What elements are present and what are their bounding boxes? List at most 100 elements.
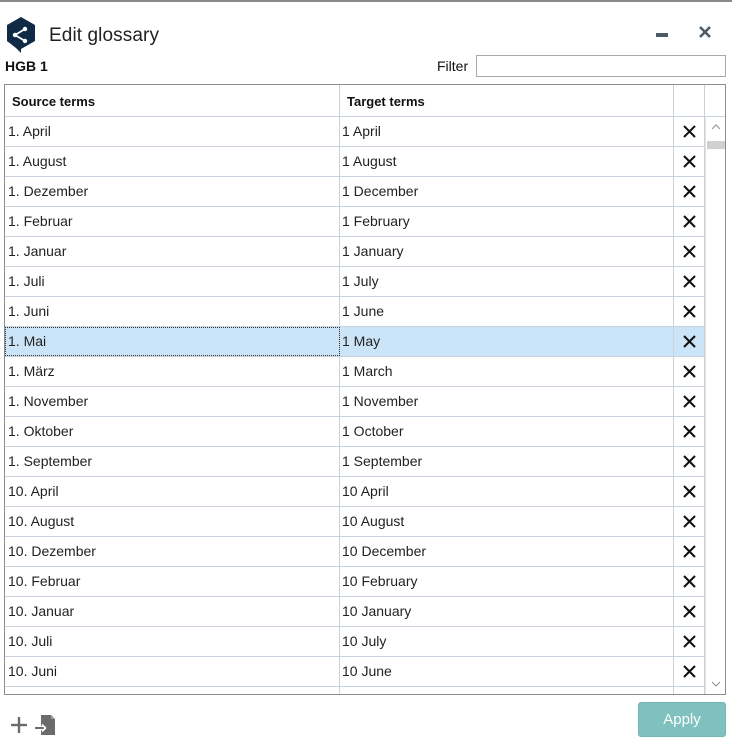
source-term-cell[interactable]: 1. April [5,117,340,146]
source-term-cell[interactable]: 1. Dezember [5,177,340,206]
table-row[interactable]: 1. Oktober 1 October [5,417,705,447]
target-term-cell[interactable]: 1 January [340,237,674,266]
table-row[interactable]: 10. August 10 August [5,507,705,537]
source-term-cell[interactable]: 1. März [5,357,340,386]
table-row[interactable]: 1. August 1 August [5,147,705,177]
table-row[interactable]: 1. März 1 March [5,357,705,387]
delete-row-button[interactable] [674,417,705,446]
delete-row-button[interactable] [674,267,705,296]
target-term-cell[interactable]: 10 December [340,537,674,566]
delete-row-button[interactable] [674,507,705,536]
delete-row-button[interactable] [674,477,705,506]
source-term-cell[interactable]: 10. April [5,477,340,506]
delete-icon [682,575,696,588]
table-row[interactable]: 10. Juni 10 June [5,657,705,687]
vertical-scrollbar[interactable] [705,117,725,694]
target-term-cell[interactable]: 10 June [340,657,674,686]
import-button[interactable] [34,712,56,738]
column-header-source[interactable]: Source terms [5,85,340,116]
source-term-cell[interactable]: 10. Juli [5,627,340,656]
delete-row-button[interactable] [674,177,705,206]
delete-row-button[interactable] [674,597,705,626]
target-term-cell[interactable]: 1 November [340,387,674,416]
close-button[interactable] [693,20,717,44]
source-term-cell[interactable]: 1. September [5,447,340,476]
table-row[interactable]: 1. Januar 1 January [5,237,705,267]
add-entry-button[interactable] [8,712,30,738]
table-row[interactable]: 10. April 10 April [5,477,705,507]
source-term-cell[interactable]: 1. Februar [5,207,340,236]
delete-icon [682,665,696,678]
table-row[interactable]: 10. Februar 10 February [5,567,705,597]
table-row[interactable]: 1. Dezember 1 December [5,177,705,207]
delete-row-button[interactable] [674,627,705,656]
target-term-cell[interactable]: 10 February [340,567,674,596]
target-term-cell[interactable]: 1 May [340,327,674,356]
target-term-cell[interactable]: 1 October [340,417,674,446]
delete-row-button[interactable] [674,537,705,566]
minimize-button[interactable] [650,20,674,44]
source-term-cell[interactable]: 10. Juni [5,657,340,686]
source-term-cell[interactable]: 1. Oktober [5,417,340,446]
target-term-cell[interactable]: 1 April [340,117,674,146]
glossary-table: Source terms Target terms 1. April 1 Apri… [4,84,726,695]
target-term-cell[interactable]: 1 February [340,207,674,236]
table-row[interactable]: 10. Dezember 10 December [5,537,705,567]
target-term-cell[interactable]: 10 July [340,627,674,656]
target-term-cell[interactable]: 1 July [340,267,674,296]
source-term-cell[interactable]: 10. Dezember [5,537,340,566]
source-term-cell[interactable]: 1. Januar [5,237,340,266]
delete-row-button[interactable] [674,567,705,596]
delete-row-button[interactable] [674,327,705,356]
source-term-cell[interactable]: 1. Juli [5,267,340,296]
source-term-cell[interactable]: 10. August [5,507,340,536]
scroll-up-button[interactable] [706,117,725,137]
delete-row-button[interactable] [674,237,705,266]
target-term-cell[interactable]: 10 April [340,477,674,506]
source-term-cell[interactable]: 10. Januar [5,597,340,626]
source-term-cell[interactable]: 1. August [5,147,340,176]
table-row[interactable]: 1. Mai 1 May [5,327,705,357]
filter-input[interactable] [476,55,726,77]
chevron-down-icon [711,681,721,687]
table-row[interactable]: 10. Januar 10 January [5,597,705,627]
delete-icon [682,245,696,258]
target-term-cell[interactable]: 1 December [340,177,674,206]
target-term-cell[interactable]: 10 August [340,507,674,536]
source-term-cell[interactable]: 1. November [5,387,340,416]
table-row[interactable]: 10. Mai10 May [5,687,705,694]
delete-row-button[interactable] [674,357,705,386]
source-term-cell[interactable]: 1. Juni [5,297,340,326]
source-term-cell[interactable]: 10. Mai [5,687,340,694]
delete-row-button[interactable] [674,657,705,686]
delete-icon [682,185,696,198]
target-term-cell[interactable]: 1 June [340,297,674,326]
table-row[interactable]: 1. September 1 September [5,447,705,477]
target-term-cell[interactable]: 1 August [340,147,674,176]
scroll-down-button[interactable] [706,674,725,694]
column-header-target[interactable]: Target terms [340,85,674,116]
delete-row-button[interactable] [674,447,705,476]
target-term-cell[interactable]: 1 March [340,357,674,386]
delete-row-button[interactable] [674,117,705,146]
delete-icon [682,515,696,528]
deepl-logo-icon [7,17,35,53]
source-term-cell[interactable]: 10. Februar [5,567,340,596]
table-row[interactable]: 1. November 1 November [5,387,705,417]
delete-row-button[interactable] [674,387,705,416]
table-row[interactable]: 1. Februar 1 February [5,207,705,237]
delete-row-button[interactable] [674,687,705,694]
table-row[interactable]: 10. Juli 10 July [5,627,705,657]
table-row[interactable]: 1. Juni 1 June [5,297,705,327]
table-row[interactable]: 1. Juli 1 July [5,267,705,297]
delete-row-button[interactable] [674,297,705,326]
scroll-thumb[interactable] [707,141,725,149]
target-term-cell[interactable]: 10 January [340,597,674,626]
delete-row-button[interactable] [674,207,705,236]
table-row[interactable]: 1. April 1 April [5,117,705,147]
delete-row-button[interactable] [674,147,705,176]
target-term-cell[interactable]: 1 September [340,447,674,476]
apply-button[interactable]: Apply [638,702,726,737]
target-term-cell[interactable]: 10 May [340,687,674,694]
source-term-cell[interactable]: 1. Mai [5,327,340,356]
